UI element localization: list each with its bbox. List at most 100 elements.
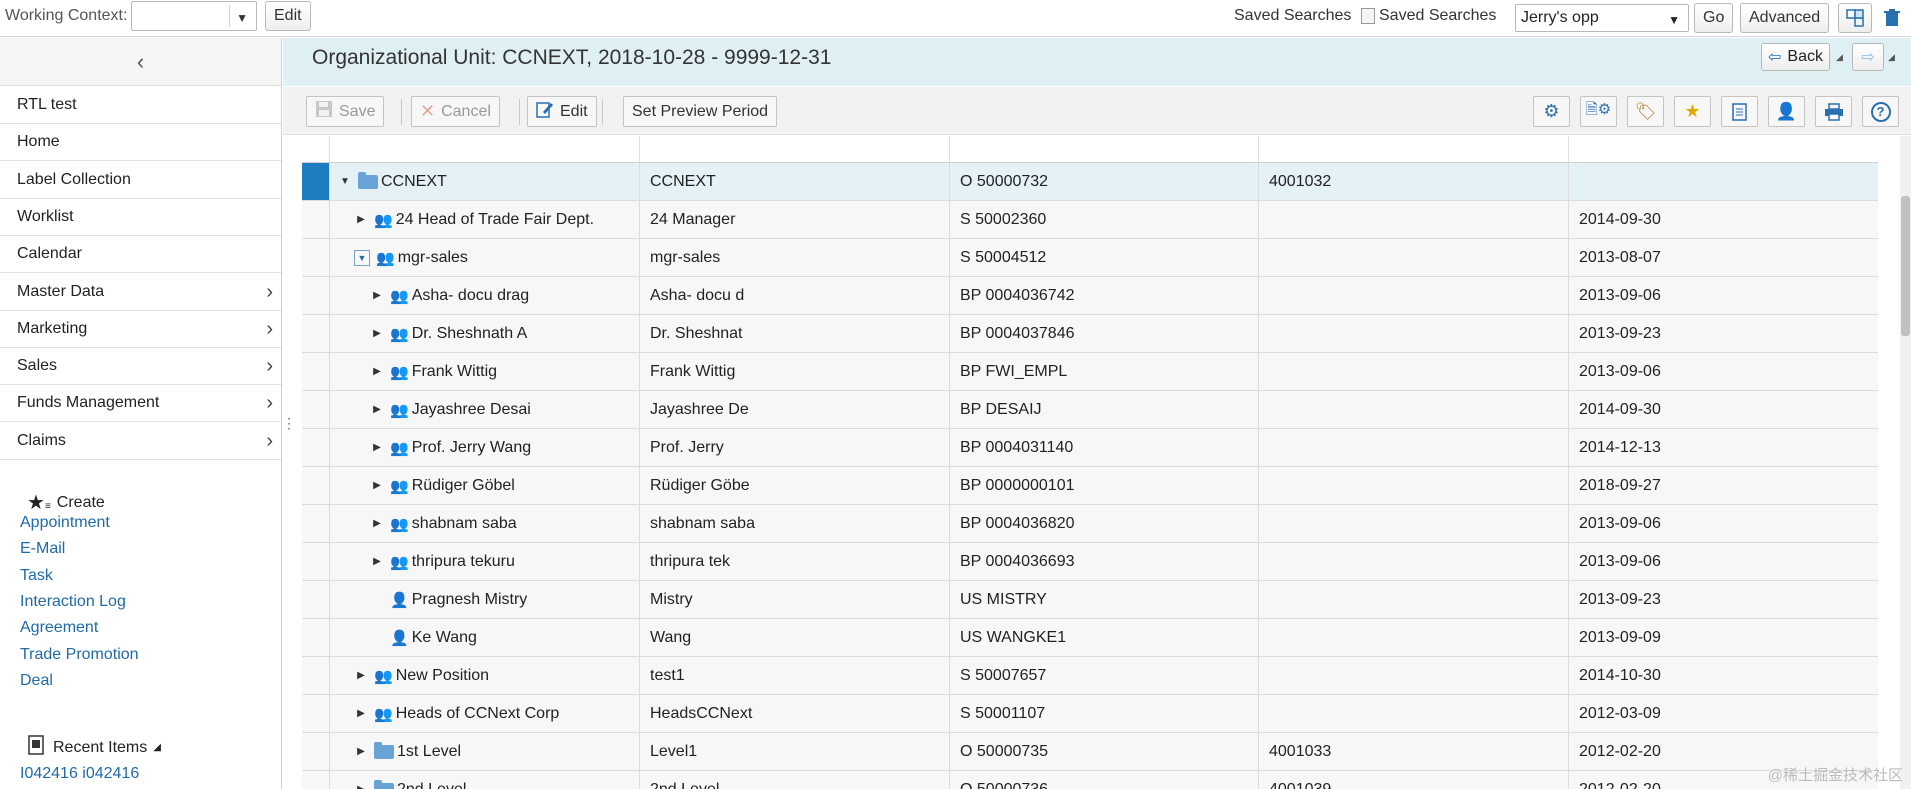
row-selector[interactable]: [302, 467, 330, 504]
save-button[interactable]: Save: [306, 96, 385, 127]
forward-button[interactable]: ⇨: [1852, 43, 1884, 71]
create-link[interactable]: E-Mail: [20, 540, 65, 558]
forward-history-icon[interactable]: ◢: [1888, 52, 1895, 63]
settings-page-icon[interactable]: 🗎⚙: [1580, 96, 1617, 127]
row-selector[interactable]: [302, 771, 330, 789]
row-selector[interactable]: [302, 277, 330, 314]
node-name[interactable]: Heads of CCNext Corp: [396, 705, 560, 723]
table-row[interactable]: ▶ 👥 Heads of CCNext Corp HeadsCCNext S 50001…: [302, 695, 1878, 733]
sidebar-item[interactable]: Worklist: [0, 199, 281, 236]
sidebar-item[interactable]: Sales ›: [0, 348, 281, 386]
row-selector[interactable]: [302, 695, 330, 732]
expand-node-icon[interactable]: ▶: [354, 746, 368, 757]
sidebar-item[interactable]: Master Data ›: [0, 274, 281, 311]
document-icon[interactable]: [1721, 96, 1758, 127]
table-row[interactable]: ▶ 👥 shabnam saba shabnam saba BP 0004036820 2…: [302, 505, 1878, 543]
working-context-select[interactable]: ▼: [131, 1, 257, 31]
table-row[interactable]: ▼ 👥 mgr-sales mgr-sales S 50004512 2013-08-07: [302, 239, 1878, 277]
row-selector[interactable]: [302, 239, 330, 276]
row-selector[interactable]: [302, 543, 330, 580]
go-button[interactable]: Go: [1694, 3, 1734, 33]
row-selector[interactable]: [302, 733, 330, 770]
create-link[interactable]: Interaction Log: [20, 593, 126, 611]
edit-button[interactable]: Edit: [527, 96, 597, 127]
table-row[interactable]: ▶ 👥 Jayashree Desai Jayashree De BP DESAIJ 20…: [302, 391, 1878, 429]
create-link[interactable]: Appointment: [20, 514, 110, 532]
row-selector[interactable]: [302, 657, 330, 694]
expand-node-icon[interactable]: ▶: [370, 404, 384, 415]
tag-icon[interactable]: 🏷: [1627, 96, 1664, 127]
node-name[interactable]: Jayashree Desai: [412, 401, 531, 419]
help-icon[interactable]: ?: [1862, 96, 1899, 127]
expand-node-icon[interactable]: ▶: [354, 784, 368, 789]
add-favorite-icon[interactable]: ★: [1674, 96, 1711, 127]
row-selector[interactable]: [302, 353, 330, 390]
node-name[interactable]: Frank Wittig: [412, 363, 497, 381]
row-selector[interactable]: [302, 429, 330, 466]
table-row[interactable]: ▶ 👥 Frank Wittig Frank Wittig BP FWI_EMPL 201…: [302, 353, 1878, 391]
node-name[interactable]: Dr. Sheshnath A: [412, 325, 528, 343]
create-link[interactable]: Trade Promotion: [20, 646, 139, 664]
table-row[interactable]: ▶ 1st Level Level1 O 50000735 4001033 2012-02…: [302, 733, 1878, 771]
scrollbar-thumb[interactable]: [1901, 196, 1910, 336]
table-row[interactable]: ▶ 👥 New Position test1 S 50007657 2014-10-30: [302, 657, 1878, 695]
node-name[interactable]: Prof. Jerry Wang: [412, 439, 531, 457]
recent-item-link[interactable]: I042416 i042416: [20, 765, 139, 783]
table-row[interactable]: ▶2nd Level2nd LevelO 5000073640010392012…: [302, 771, 1878, 789]
row-selector[interactable]: [302, 163, 330, 200]
node-name[interactable]: Rüdiger Göbel: [412, 477, 515, 495]
create-link[interactable]: Deal: [20, 672, 53, 690]
gear-icon[interactable]: ⚙: [1533, 96, 1570, 127]
back-history-icon[interactable]: ◢: [1836, 52, 1843, 63]
node-name[interactable]: Asha- docu drag: [412, 287, 529, 305]
recent-items-title[interactable]: Recent Items ◢: [27, 734, 161, 761]
create-link[interactable]: Task: [20, 567, 53, 585]
collapse-node-icon[interactable]: ▼: [354, 249, 370, 266]
advanced-button[interactable]: Advanced: [1740, 3, 1830, 33]
row-selector[interactable]: [302, 505, 330, 542]
table-row[interactable]: 👤 Pragnesh Mistry Mistry US MISTRY 2013-09-2…: [302, 581, 1878, 619]
sidebar-item[interactable]: RTL test: [0, 87, 281, 124]
sidebar-splitter[interactable]: ⋮: [282, 416, 296, 440]
personalize-icon[interactable]: [1838, 3, 1872, 33]
node-name[interactable]: shabnam saba: [412, 515, 517, 533]
header-cell[interactable]: [950, 136, 1259, 162]
sidebar-item[interactable]: Label Collection: [0, 162, 281, 199]
table-row[interactable]: ▶ 👥 Rüdiger Göbel Rüdiger Göbe BP 0000000101…: [302, 467, 1878, 505]
header-cell[interactable]: [640, 136, 950, 162]
table-row[interactable]: ▶ 👥 thripura tekuru thripura tek BP 00040366…: [302, 543, 1878, 581]
user-edit-icon[interactable]: 👤: [1768, 96, 1805, 127]
expand-node-icon[interactable]: ▶: [354, 708, 368, 719]
sidebar-item[interactable]: Calendar: [0, 236, 281, 274]
node-name[interactable]: 24 Head of Trade Fair Dept.: [396, 211, 594, 229]
node-name[interactable]: CCNEXT: [381, 173, 447, 191]
expand-node-icon[interactable]: ▶: [370, 480, 384, 491]
working-context-edit-button[interactable]: Edit: [265, 1, 311, 31]
expanded-node-icon[interactable]: ▼: [338, 176, 352, 187]
table-row[interactable]: 👤 Ke Wang Wang US WANGKE1 2013-09-09: [302, 619, 1878, 657]
expand-node-icon[interactable]: ▶: [354, 214, 368, 225]
node-name[interactable]: New Position: [396, 667, 489, 685]
expand-node-icon[interactable]: ▶: [370, 518, 384, 529]
node-name[interactable]: 2nd Level: [397, 781, 466, 789]
expand-node-icon[interactable]: ▶: [370, 442, 384, 453]
table-row[interactable]: ▼ CCNEXT CCNEXT O 50000732 4001032: [302, 163, 1878, 201]
sidebar-item[interactable]: Marketing ›: [0, 311, 281, 348]
expand-node-icon[interactable]: ▶: [354, 670, 368, 681]
row-selector[interactable]: [302, 581, 330, 618]
header-cell[interactable]: [330, 136, 640, 162]
node-name[interactable]: mgr-sales: [398, 249, 468, 267]
table-row[interactable]: ▶ 👥 Prof. Jerry Wang Prof. Jerry BP 00040311…: [302, 429, 1878, 467]
table-row[interactable]: ▶ 👥 Dr. Sheshnath A Dr. Sheshnat BP 00040378…: [302, 315, 1878, 353]
node-name[interactable]: Ke Wang: [412, 629, 477, 647]
node-name[interactable]: thripura tekuru: [412, 553, 515, 571]
sidebar-item[interactable]: Claims ›: [0, 423, 281, 460]
saved-search-select[interactable]: Jerry's opp ▼: [1515, 4, 1689, 32]
sidebar-item[interactable]: Funds Management ›: [0, 385, 281, 423]
table-row[interactable]: ▶ 👥 24 Head of Trade Fair Dept. 24 Manager S…: [302, 201, 1878, 239]
header-cell[interactable]: [1569, 136, 1878, 162]
row-selector[interactable]: [302, 315, 330, 352]
row-selector[interactable]: [302, 201, 330, 238]
set-preview-period-button[interactable]: Set Preview Period: [623, 96, 778, 127]
cancel-button[interactable]: ✕ Cancel: [411, 96, 500, 127]
